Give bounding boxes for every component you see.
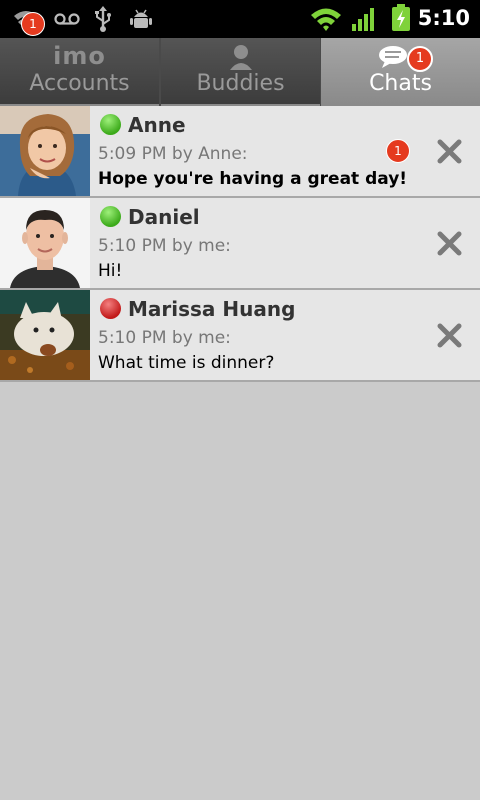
contact-name: Anne (128, 113, 186, 137)
status-online-icon (100, 206, 121, 227)
tab-chats[interactable]: 1 Chats (321, 38, 480, 106)
message-preview: Hi! (98, 261, 123, 281)
clock: 5:10 (417, 6, 470, 30)
chats-unread-badge: 1 (407, 46, 433, 72)
tab-accounts[interactable]: imo Accounts (0, 38, 159, 106)
close-icon[interactable] (436, 230, 463, 257)
usb-icon (95, 6, 111, 32)
tab-label: Accounts (29, 71, 130, 96)
avatar (0, 198, 90, 288)
voicemail-icon (54, 13, 80, 25)
avatar (0, 290, 90, 380)
message-meta: 5:10 PM by me: (98, 328, 231, 348)
status-busy-icon (100, 298, 121, 319)
chat-row-anne[interactable]: Anne 5:09 PM by Anne: Hope you're having… (0, 106, 480, 198)
tab-buddies[interactable]: Buddies (161, 38, 320, 106)
status-bar: 1 5:10 (0, 0, 480, 38)
android-debug-icon (130, 9, 152, 28)
tab-label: Buddies (196, 71, 285, 96)
chat-row-daniel[interactable]: Daniel 5:10 PM by me: Hi! (0, 198, 480, 290)
unread-badge: 1 (386, 139, 410, 163)
tab-label: Chats (369, 71, 432, 96)
chat-row-marissa-huang[interactable]: Marissa Huang 5:10 PM by me: What time i… (0, 290, 480, 382)
contact-name: Daniel (128, 205, 200, 229)
status-online-icon (100, 114, 121, 135)
message-preview: Hope you're having a great day! (98, 169, 408, 189)
tab-bar: imo Accounts Buddies 1 Chats (0, 38, 480, 106)
message-meta: 5:10 PM by me: (98, 236, 231, 256)
buddy-icon (230, 45, 252, 70)
close-icon[interactable] (436, 138, 463, 165)
imo-logo: imo (53, 42, 106, 70)
close-icon[interactable] (436, 322, 463, 349)
avatar (0, 106, 90, 196)
signal-icon (352, 8, 374, 31)
chat-bubble-icon (379, 46, 407, 68)
contact-name: Marissa Huang (128, 297, 296, 321)
battery-charging-icon (392, 4, 410, 31)
wifi-icon (311, 8, 341, 31)
message-meta: 5:09 PM by Anne: (98, 144, 248, 164)
message-preview: What time is dinner? (98, 353, 275, 373)
notification-badge: 1 (21, 12, 45, 36)
